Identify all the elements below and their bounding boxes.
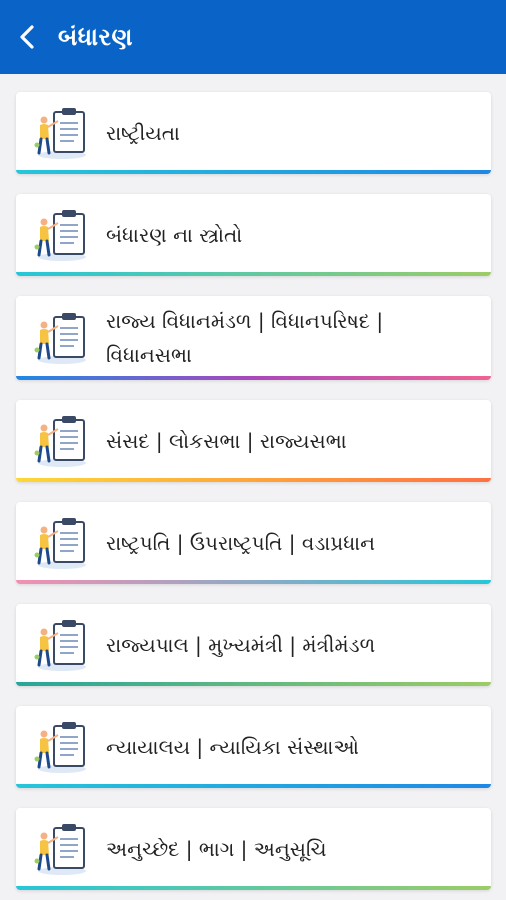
clipboard-icon bbox=[32, 411, 94, 471]
clipboard-icon bbox=[32, 717, 94, 777]
list-item[interactable]: અનુચ્છેદ | ભાગ | અનુસૂચિ bbox=[16, 808, 491, 890]
list-item-label: ન્યાયાલય | ન્યાયિકા સંસ્થાઓ bbox=[106, 735, 359, 759]
list-item[interactable]: રાજ્ય વિધાનમંડળ | વિધાનપરિષદ | વિધાનસભા bbox=[16, 296, 491, 380]
page-title: બંધારણ bbox=[58, 23, 133, 51]
accent-bar bbox=[16, 376, 491, 380]
clipboard-icon bbox=[32, 103, 94, 163]
list-item-label: રાષ્ટ્રીયતા bbox=[106, 121, 180, 145]
list-item[interactable]: બંધારણ ના સ્ત્રોતો bbox=[16, 194, 491, 276]
list-item-label: રાષ્ટ્રપતિ | ઉપરાષ્ટ્રપતિ | વડાપ્રધાન bbox=[106, 531, 376, 555]
accent-bar bbox=[16, 170, 491, 174]
accent-bar bbox=[16, 886, 491, 890]
list-item-label: રાજ્ય વિધાનમંડળ | વિધાનપરિષદ | વિધાનસભા bbox=[106, 309, 384, 367]
clipboard-icon bbox=[32, 205, 94, 265]
accent-bar bbox=[16, 478, 491, 482]
accent-bar bbox=[16, 272, 491, 276]
list-item[interactable]: રાષ્ટ્રીયતા bbox=[16, 92, 491, 174]
list-item-label: રાજ્યપાલ | મુખ્યમંત્રી | મંત્રીમંડળ bbox=[106, 633, 376, 657]
clipboard-icon bbox=[32, 308, 94, 368]
list-item[interactable]: ન્યાયાલય | ન્યાયિકા સંસ્થાઓ bbox=[16, 706, 491, 788]
clipboard-icon bbox=[32, 615, 94, 675]
list-item-label: બંધારણ ના સ્ત્રોતો bbox=[106, 223, 243, 247]
clipboard-icon bbox=[32, 819, 94, 879]
app-bar: બંધારણ bbox=[0, 0, 506, 74]
accent-bar bbox=[16, 682, 491, 686]
clipboard-icon bbox=[32, 513, 94, 573]
list-item[interactable]: રાષ્ટ્રપતિ | ઉપરાષ્ટ્રપતિ | વડાપ્રધાન bbox=[16, 502, 491, 584]
accent-bar bbox=[16, 784, 491, 788]
list-item[interactable]: સંસદ | લોકસભા | રાજ્યસભા bbox=[16, 400, 491, 482]
back-button[interactable] bbox=[0, 0, 56, 74]
chevron-left-icon bbox=[20, 25, 34, 49]
list-item-label: સંસદ | લોકસભા | રાજ્યસભા bbox=[106, 429, 347, 453]
list-item-label: અનુચ્છેદ | ભાગ | અનુસૂચિ bbox=[106, 837, 327, 861]
accent-bar bbox=[16, 580, 491, 584]
list-item[interactable]: રાજ્યપાલ | મુખ્યમંત્રી | મંત્રીમંડળ bbox=[16, 604, 491, 686]
